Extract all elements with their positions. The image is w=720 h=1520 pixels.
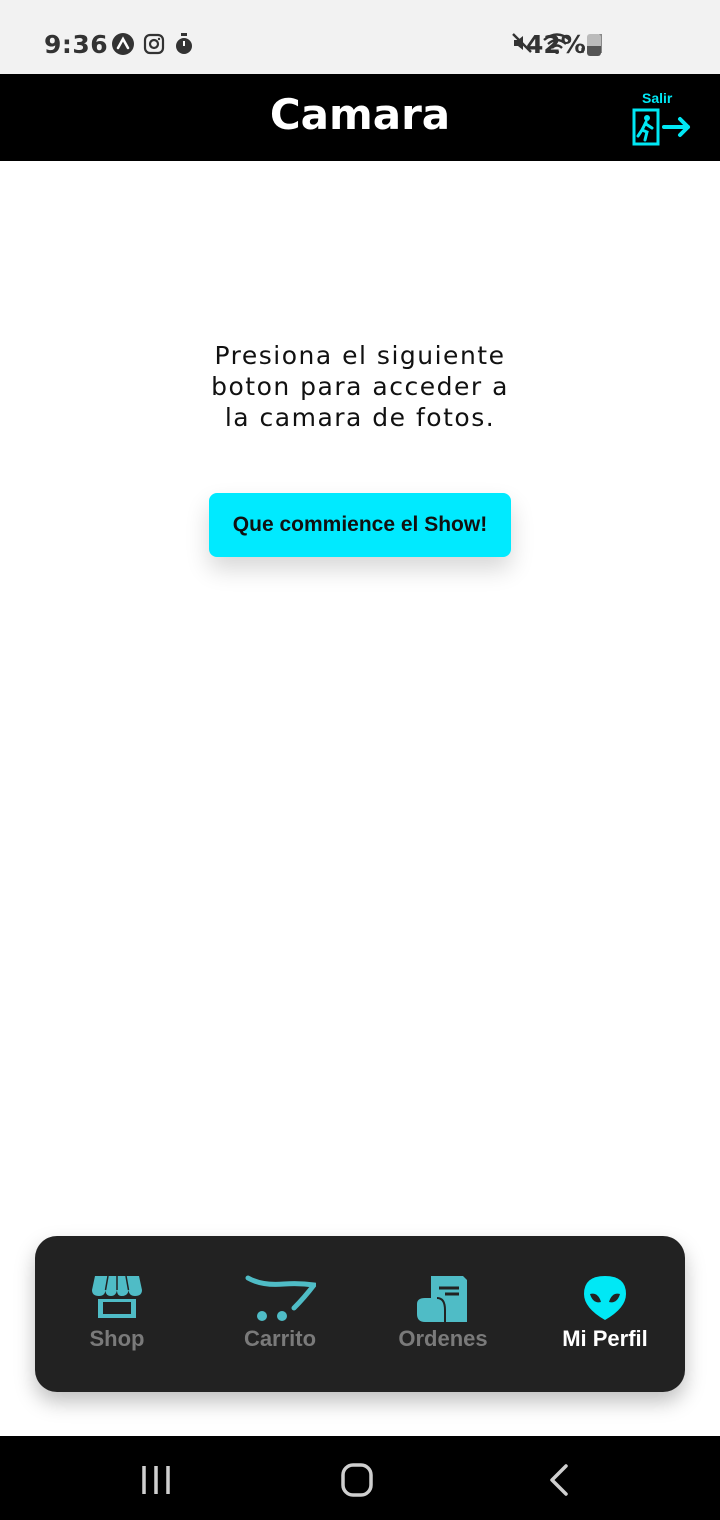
nav-item-carrito[interactable]: Carrito <box>210 1272 350 1362</box>
instruction-message: Presiona el siguiente boton para acceder… <box>160 340 560 433</box>
app-icon <box>112 33 134 55</box>
exit-label: Salir <box>642 90 673 106</box>
status-bar: 9:36 42% <box>0 0 720 74</box>
system-nav-bar <box>0 1436 720 1520</box>
bottom-nav: Shop Carrito Ordenes Mi Perfil <box>35 1236 685 1392</box>
nav-label: Mi Perfil <box>562 1326 648 1351</box>
timer-icon <box>176 33 192 54</box>
alien-icon <box>584 1276 626 1320</box>
exit-icon <box>632 108 690 146</box>
home-icon <box>341 1463 373 1497</box>
message-line: la camara de fotos. <box>224 403 496 432</box>
nav-label: Carrito <box>243 1326 317 1351</box>
store-icon <box>92 1275 142 1318</box>
open-camera-button[interactable]: Que commience el Show! <box>209 493 511 557</box>
message-line: Presiona el siguiente <box>214 341 506 370</box>
nav-item-shop[interactable]: Shop <box>47 1272 187 1362</box>
recent-apps-icon <box>142 1466 170 1494</box>
home-button[interactable] <box>327 1460 387 1500</box>
status-time: 9:36 <box>44 30 109 59</box>
battery-icon <box>587 34 601 56</box>
nav-item-mi-perfil[interactable]: Mi Perfil <box>535 1272 675 1362</box>
back-button[interactable] <box>528 1460 588 1500</box>
receipt-icon <box>417 1276 467 1322</box>
nav-label: Shop <box>89 1326 145 1351</box>
status-icons-left <box>111 32 195 56</box>
app-header: Camara Salir <box>0 74 720 161</box>
back-icon <box>550 1464 568 1496</box>
nav-label: Ordenes <box>398 1326 488 1351</box>
message-line: boton para acceder a <box>211 372 509 401</box>
cart-icon <box>245 1275 316 1321</box>
recent-apps-button[interactable] <box>126 1460 186 1500</box>
nav-item-ordenes[interactable]: Ordenes <box>373 1272 513 1362</box>
instagram-icon <box>143 33 165 55</box>
page-title: Camara <box>269 90 451 139</box>
exit-button[interactable]: Salir <box>628 88 694 150</box>
battery-percentage: 42% <box>526 30 586 59</box>
